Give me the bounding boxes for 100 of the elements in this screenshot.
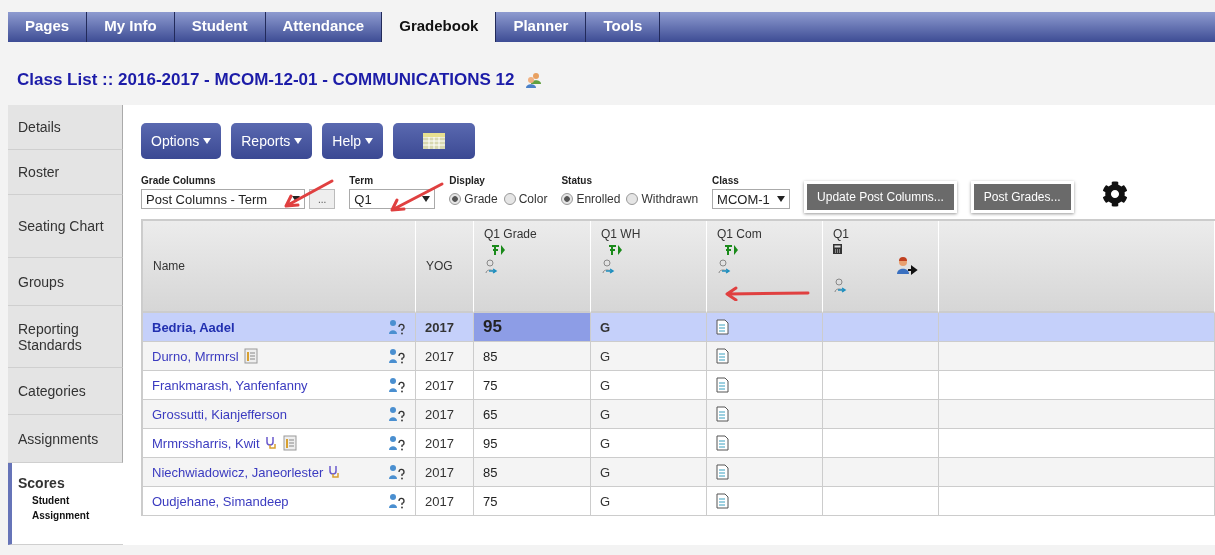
radio-button[interactable] [626, 193, 639, 205]
person-question-icon [388, 435, 406, 451]
pin-arrow-icon [607, 244, 623, 256]
grade-cell[interactable]: 65 [474, 400, 591, 429]
name-link[interactable]: Frankmarash, Yanfenfanny [152, 377, 308, 393]
grid-icon [423, 133, 446, 149]
column-header: Q1 [833, 227, 850, 241]
person-question-icon [388, 464, 406, 480]
table-cell: G [591, 487, 707, 516]
table-cell: G [591, 429, 707, 458]
person-exit-icon [896, 257, 918, 275]
column-header: Q1 WH [601, 227, 642, 241]
name-link[interactable]: Mrmrssharris, Kwit [152, 435, 260, 451]
caret-icon [422, 196, 431, 202]
grade-cell[interactable]: 75 [474, 371, 591, 400]
grade-cell[interactable]: 85 [474, 342, 591, 371]
radio-option[interactable]: Color [503, 192, 548, 206]
grade-cell[interactable]: 85 [474, 458, 591, 487]
sub-link[interactable]: Student [32, 495, 115, 506]
table-cell: 2017 [416, 487, 474, 516]
table-cell: 2017 [416, 371, 474, 400]
pin-arrow-icon [490, 244, 506, 256]
name-link[interactable]: Bedria, Aadel [152, 319, 235, 335]
table-cell: 2017 [416, 400, 474, 429]
side-tab[interactable]: Scores Student Assignment [8, 463, 123, 545]
radio-option[interactable]: Grade [449, 192, 498, 206]
column-header: YOG [426, 259, 454, 273]
side-tab[interactable]: Details [8, 105, 123, 150]
column-header: Q1 Com [717, 227, 763, 241]
nav-tab[interactable]: Student [174, 12, 266, 42]
document-edit-icon [716, 406, 730, 422]
name-link[interactable]: Grossutti, Kianjefferson [152, 406, 287, 422]
side-tab[interactable]: Groups [8, 258, 123, 306]
grid-button[interactable] [393, 123, 476, 159]
table-cell: 2017 [416, 458, 474, 487]
stethoscope-icon [263, 436, 278, 450]
column-header: Name [153, 259, 186, 273]
more-button[interactable]: ... [309, 189, 336, 209]
nav-tab[interactable]: Gradebook [382, 12, 497, 42]
table-cell: 2017 [416, 313, 474, 342]
grade-cell[interactable]: 95 [474, 429, 591, 458]
nav-tab[interactable]: Pages [8, 12, 88, 42]
person-question-icon [388, 348, 406, 364]
document-edit-icon [716, 348, 730, 364]
table-cell: G [591, 400, 707, 429]
sub-link[interactable]: Assignment [32, 510, 115, 521]
nav-tab[interactable]: Planner [496, 12, 587, 42]
document-edit-icon [716, 377, 730, 393]
radio-button[interactable] [561, 193, 574, 205]
caret-icon [203, 138, 212, 144]
field-label: Display [449, 175, 486, 186]
field-label: Status [561, 175, 593, 186]
person-arrow-icon [717, 259, 731, 275]
side-tab[interactable]: Reporting Standards [8, 306, 123, 368]
grade-cell[interactable]: 75 [474, 487, 591, 516]
stethoscope-icon [327, 465, 342, 479]
document-edit-icon [716, 319, 730, 335]
grade-columns-select[interactable]: Post Columns - Term [141, 189, 305, 209]
document-edit-icon [716, 464, 730, 480]
caret-icon [365, 138, 374, 144]
term-select[interactable]: Q1 [349, 189, 436, 209]
person-arrow-icon [484, 259, 498, 275]
person-arrow-icon [601, 259, 615, 275]
users-icon [524, 71, 543, 89]
side-tab[interactable]: Categories [8, 368, 123, 415]
clipboard-icon [281, 435, 298, 451]
nav-tab[interactable]: My Info [87, 12, 175, 42]
name-link[interactable]: Durno, Mrrmrsl [152, 348, 239, 364]
class-select[interactable]: MCOM-1 [712, 189, 791, 209]
caret-icon [294, 138, 303, 144]
document-edit-icon [716, 493, 730, 509]
radio-option[interactable]: Withdrawn [626, 192, 699, 206]
side-tab[interactable]: Roster [8, 150, 123, 195]
side-tab[interactable]: Seating Chart [8, 195, 123, 258]
clipboard-icon [242, 348, 259, 364]
table-cell: 2017 [416, 429, 474, 458]
column-header: Q1 Grade [484, 227, 538, 241]
person-question-icon [388, 493, 406, 509]
table-cell: 2017 [416, 342, 474, 371]
radio-option[interactable]: Enrolled [561, 192, 621, 206]
name-link[interactable]: Oudjehane, Simandeep [152, 493, 289, 509]
action-button[interactable]: Update Post Columns... [804, 181, 957, 213]
menu-button[interactable]: Options [141, 123, 222, 159]
side-tab[interactable]: Assignments [8, 415, 123, 463]
person-arrow-icon [833, 278, 847, 294]
menu-button[interactable]: Reports [231, 123, 313, 159]
grade-cell[interactable]: 95 [474, 313, 591, 342]
nav-tab[interactable]: Tools [586, 12, 661, 42]
table-cell: G [591, 313, 707, 342]
caret-icon [777, 196, 786, 202]
table-cell: G [591, 371, 707, 400]
field-label: Term [349, 175, 375, 186]
person-question-icon [388, 377, 406, 393]
name-link[interactable]: Niechwiadowicz, Janeorlester [152, 464, 324, 480]
calculator-icon [833, 244, 842, 254]
radio-button[interactable] [503, 193, 516, 205]
radio-button[interactable] [449, 193, 462, 205]
settings-icon[interactable] [1101, 181, 1128, 207]
menu-button[interactable]: Help [322, 123, 384, 159]
page-title: Class List :: 2016-2017 - MCOM-12-01 - COMMUNICATIONS 12 [17, 70, 515, 90]
